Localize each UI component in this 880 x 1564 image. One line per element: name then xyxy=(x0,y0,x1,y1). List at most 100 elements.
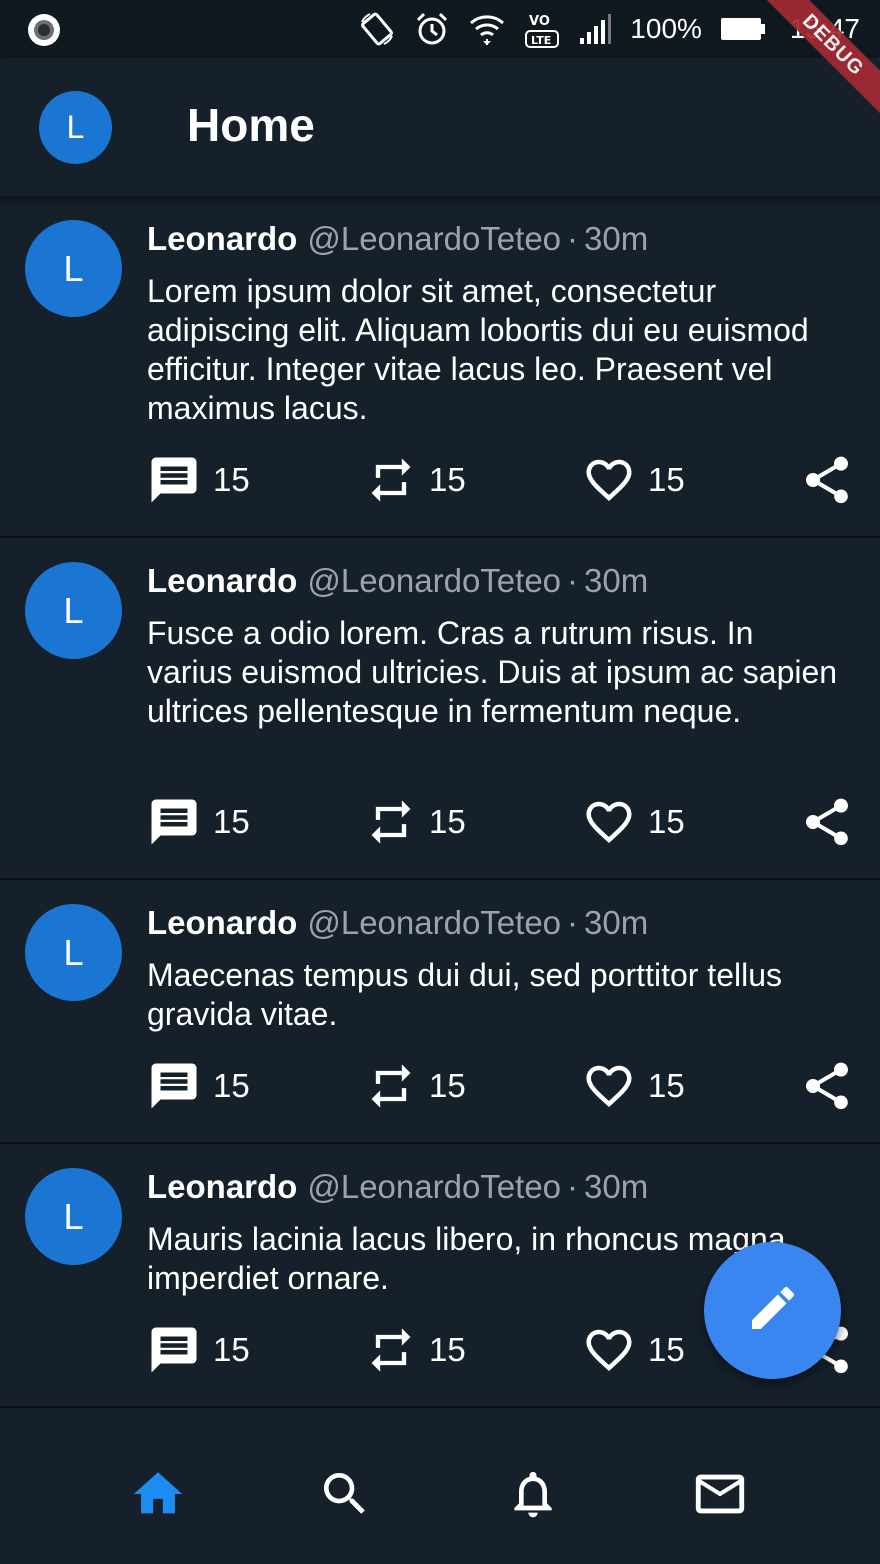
tweet-header: Leonardo @LeonardoTeteo · 30m xyxy=(147,904,648,942)
separator: · xyxy=(567,562,579,599)
tweet-text: Fusce a odio lorem. Cras a rutrum risus.… xyxy=(147,615,838,729)
share-icon xyxy=(799,452,855,508)
like-button[interactable]: 15 xyxy=(582,1058,685,1114)
rotate-icon xyxy=(358,10,396,48)
comment-icon xyxy=(147,1059,201,1113)
author-name: Leonardo xyxy=(147,562,298,599)
mail-icon xyxy=(691,1465,749,1528)
like-count: 15 xyxy=(648,1067,685,1104)
tweet-card[interactable]: L Leonardo @LeonardoTeteo · 30m Maecenas te… xyxy=(0,880,880,1144)
heart-icon xyxy=(582,1323,636,1377)
like-button[interactable]: 15 xyxy=(582,1322,685,1378)
avatar[interactable]: L xyxy=(25,220,122,317)
nav-home[interactable] xyxy=(128,1466,188,1526)
tweet-time: 30m xyxy=(584,904,649,941)
page-title: Home xyxy=(187,99,315,151)
reply-count: 15 xyxy=(213,803,250,840)
comment-icon xyxy=(147,1323,201,1377)
heart-icon xyxy=(582,795,636,849)
heart-icon xyxy=(582,453,636,507)
retweet-icon xyxy=(365,796,417,848)
tweet-card[interactable]: L Leonardo @LeonardoTeteo · 30m Fusce a odi… xyxy=(0,538,880,880)
compose-tweet-button[interactable] xyxy=(704,1242,841,1379)
retweet-icon xyxy=(365,1060,417,1112)
retweet-icon xyxy=(365,454,417,506)
avatar[interactable]: L xyxy=(25,1168,122,1265)
author-handle: @LeonardoTeteo xyxy=(307,562,562,599)
share-button[interactable] xyxy=(799,794,855,850)
separator: · xyxy=(567,904,579,941)
nav-notifications[interactable] xyxy=(503,1466,563,1526)
record-dot-icon xyxy=(26,12,62,48)
reply-count: 15 xyxy=(213,461,250,498)
author-handle: @LeonardoTeteo xyxy=(307,904,562,941)
heart-icon xyxy=(582,1059,636,1113)
separator: · xyxy=(567,220,579,257)
retweet-button[interactable]: 15 xyxy=(365,1058,466,1114)
signal-icon xyxy=(578,12,612,46)
like-button[interactable]: 15 xyxy=(582,794,685,850)
profile-avatar[interactable]: L xyxy=(39,91,112,164)
retweet-icon xyxy=(365,1324,417,1376)
retweet-button[interactable]: 15 xyxy=(365,794,466,850)
pencil-icon xyxy=(745,1280,801,1341)
tweet-time: 30m xyxy=(584,562,649,599)
reply-button[interactable]: 15 xyxy=(147,1058,250,1114)
share-button[interactable] xyxy=(799,452,855,508)
author-name: Leonardo xyxy=(147,1168,298,1205)
retweet-count: 15 xyxy=(429,1331,466,1368)
share-button[interactable] xyxy=(799,1058,855,1114)
tweet-header: Leonardo @LeonardoTeteo · 30m xyxy=(147,1168,648,1206)
svg-text:LTE: LTE xyxy=(531,34,551,47)
tweet-actions: 15 15 15 xyxy=(147,452,857,508)
retweet-count: 15 xyxy=(429,803,466,840)
retweet-button[interactable]: 15 xyxy=(365,1322,466,1378)
tweet-text: Maecenas tempus dui dui, sed porttitor t… xyxy=(147,957,782,1032)
tweet-card[interactable]: L Leonardo @LeonardoTeteo · 30m Lorem ipsum… xyxy=(0,196,880,538)
reply-button[interactable]: 15 xyxy=(147,1322,250,1378)
bottom-nav xyxy=(0,1408,880,1564)
reply-count: 15 xyxy=(213,1067,250,1104)
tweet-time: 30m xyxy=(584,1168,649,1205)
volte-icon: VO LTE xyxy=(524,9,560,49)
bell-icon xyxy=(505,1466,561,1527)
tweet-actions: 15 15 15 xyxy=(147,794,857,850)
tweet-text: Lorem ipsum dolor sit amet, consectetur … xyxy=(147,273,809,426)
tweet-feed: L Leonardo @LeonardoTeteo · 30m Lorem ipsum… xyxy=(0,196,880,1408)
share-icon xyxy=(799,794,855,850)
tweet-header: Leonardo @LeonardoTeteo · 30m xyxy=(147,562,648,600)
search-icon xyxy=(317,1466,373,1527)
comment-icon xyxy=(147,453,201,507)
wifi-icon xyxy=(468,11,506,47)
author-name: Leonardo xyxy=(147,904,298,941)
alarm-icon xyxy=(414,11,450,47)
like-button[interactable]: 15 xyxy=(582,452,685,508)
reply-count: 15 xyxy=(213,1331,250,1368)
home-icon xyxy=(129,1465,187,1528)
reply-button[interactable]: 15 xyxy=(147,452,250,508)
like-count: 15 xyxy=(648,1331,685,1368)
author-handle: @LeonardoTeteo xyxy=(307,220,562,257)
app-bar: L Home xyxy=(0,58,880,196)
svg-text:VO: VO xyxy=(529,14,550,29)
tweet-actions: 15 15 15 xyxy=(147,1058,857,1114)
like-count: 15 xyxy=(648,803,685,840)
author-handle: @LeonardoTeteo xyxy=(307,1168,562,1205)
like-count: 15 xyxy=(648,461,685,498)
author-name: Leonardo xyxy=(147,220,298,257)
avatar[interactable]: L xyxy=(25,904,122,1001)
status-bar: VO LTE 100% 15:47 xyxy=(0,0,880,58)
tweet-time: 30m xyxy=(584,220,649,257)
comment-icon xyxy=(147,795,201,849)
battery-icon xyxy=(720,16,766,42)
reply-button[interactable]: 15 xyxy=(147,794,250,850)
retweet-button[interactable]: 15 xyxy=(365,452,466,508)
retweet-count: 15 xyxy=(429,1067,466,1104)
nav-messages[interactable] xyxy=(690,1466,750,1526)
avatar[interactable]: L xyxy=(25,562,122,659)
separator: · xyxy=(567,1168,579,1205)
battery-percent: 100% xyxy=(630,13,702,44)
nav-search[interactable] xyxy=(315,1466,375,1526)
share-icon xyxy=(799,1058,855,1114)
retweet-count: 15 xyxy=(429,461,466,498)
